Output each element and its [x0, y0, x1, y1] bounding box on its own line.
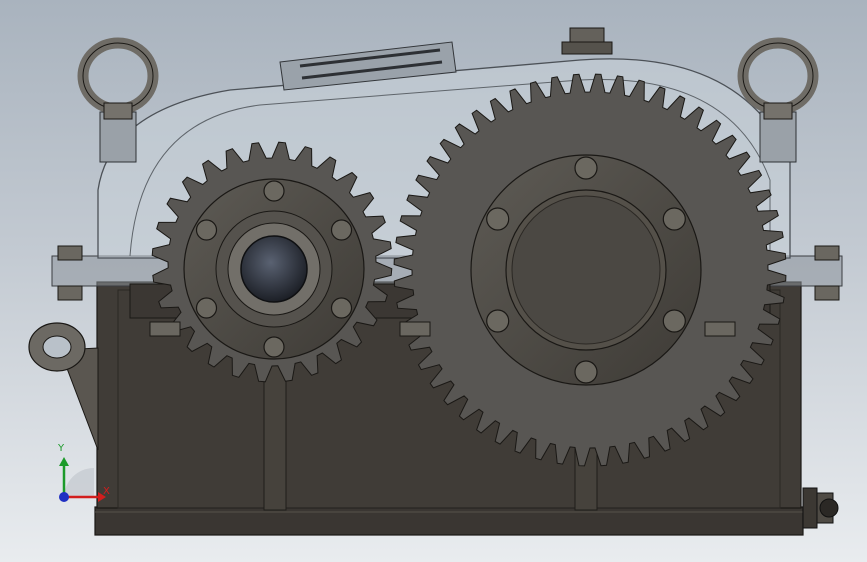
bolt-head — [662, 309, 686, 333]
bolt-head — [263, 180, 285, 202]
model-viewport[interactable]: X Y — [0, 0, 867, 562]
triad-z-axis — [59, 492, 69, 502]
bolt-head — [195, 297, 218, 319]
bolt-head — [486, 207, 510, 231]
bolt-head — [195, 219, 218, 241]
bolt-head — [574, 360, 598, 384]
triad-x-label: X — [103, 486, 110, 497]
bolt-head — [574, 156, 598, 180]
input-shaft-bore — [240, 235, 308, 303]
base-plate — [94, 506, 804, 536]
bolt-head — [662, 207, 686, 231]
input-bearing-cap — [183, 178, 365, 360]
drain-plug — [802, 487, 839, 529]
bolt-head — [486, 309, 510, 333]
bolt-head — [330, 297, 353, 319]
bolt-head — [263, 336, 285, 358]
gearbox-drawing — [28, 27, 843, 536]
output-bearing-cap — [470, 154, 702, 386]
breather-plug — [561, 27, 613, 55]
drain-lug — [28, 322, 99, 451]
triad-y-label: Y — [58, 443, 65, 454]
bolt-head — [330, 219, 353, 241]
